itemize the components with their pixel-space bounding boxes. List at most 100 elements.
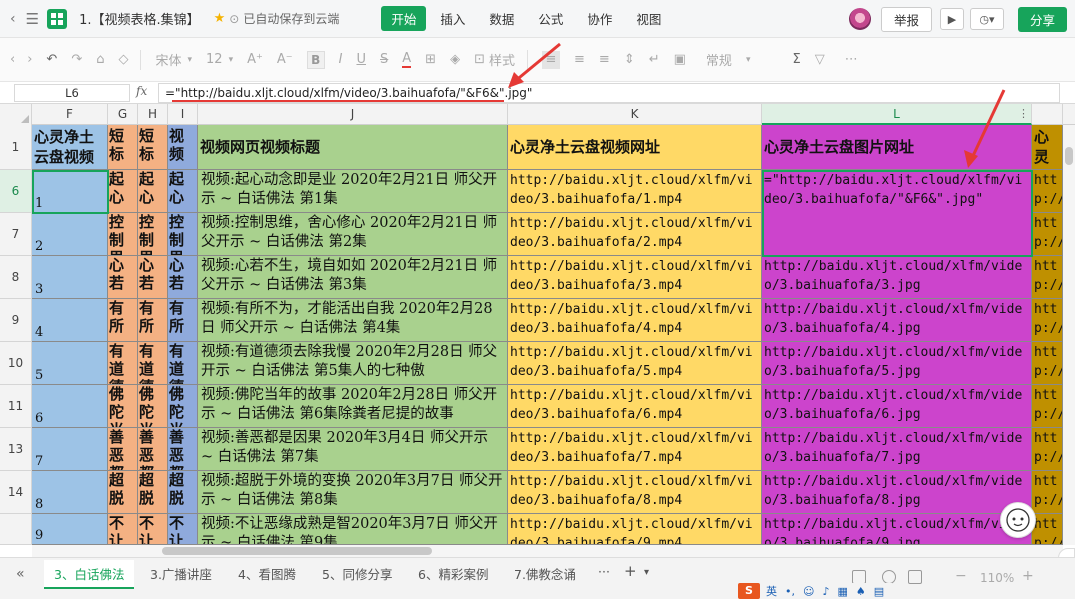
merge-cells-icon[interactable]: ▣ (674, 52, 686, 67)
cell-I[interactable]: 心若 (168, 256, 198, 299)
collapse-icon[interactable]: ‹ (10, 52, 15, 67)
cell-H[interactable]: 控制思维 (138, 213, 168, 256)
row-header[interactable]: 6 (0, 170, 32, 213)
fx-icon[interactable]: fx (136, 84, 147, 98)
menu-home[interactable]: 开始 (381, 6, 427, 31)
cell-L[interactable]: http://baidu.xljt.cloud/xlfm/video/3.bai… (762, 471, 1032, 514)
redo-icon[interactable]: ↷ (71, 52, 82, 67)
undo-icon[interactable]: ↶ (46, 52, 57, 67)
cell-I[interactable]: 起心 (168, 170, 198, 213)
font-name-select[interactable]: 宋体 (155, 50, 181, 69)
video-icon[interactable]: ▶ (939, 8, 964, 30)
column-header-F[interactable]: F (32, 104, 108, 125)
status-icon[interactable] (852, 570, 866, 584)
font-color-icon[interactable]: A (402, 51, 412, 68)
history-icon[interactable]: ◷▾ (969, 8, 1004, 30)
cell-G[interactable]: 有所 (108, 299, 138, 342)
scrollbar-thumb[interactable] (162, 547, 432, 555)
menu-icon[interactable]: ☰ (26, 10, 39, 28)
cell-G[interactable]: 超脱 (108, 471, 138, 514)
cell-M[interactable]: http://baidu (1032, 256, 1063, 299)
row-header[interactable]: 13 (0, 428, 32, 471)
strikethrough-icon[interactable]: S (380, 52, 388, 67)
cell-M[interactable]: http://baidu (1032, 299, 1063, 342)
cell-J[interactable]: 视频:有道德须去除我慢 2020年2月28日 师父开示 ~ 白话佛法 第5集人的… (198, 342, 508, 385)
cell-J[interactable]: 视频:善恶都是因果 2020年3月4日 师父开示 ~ 白话佛法 第7集 (198, 428, 508, 471)
eraser-icon[interactable]: ◇ (118, 52, 128, 67)
more-icon[interactable]: › (27, 52, 32, 67)
cell-I[interactable]: 有道德 (168, 342, 198, 385)
column-header-I[interactable]: I (168, 104, 198, 125)
chevron-down-icon[interactable]: ▾ (188, 55, 193, 65)
chevron-down-icon[interactable]: ▾ (644, 567, 649, 578)
filter-icon[interactable]: ▽ (815, 52, 825, 67)
wrap-text-icon[interactable]: ↵ (649, 52, 660, 67)
cell-G[interactable]: 控制思维 (108, 213, 138, 256)
cell-F[interactable]: 7 (32, 428, 108, 471)
header-cell-L[interactable]: 心灵净土云盘图片网址 (762, 125, 1032, 170)
cell-M[interactable]: http://baidu (1032, 213, 1063, 256)
header-cell-F[interactable]: 心灵净土云盘视频标题 (32, 125, 108, 170)
sheet-tab[interactable]: 6、精彩案例 (418, 564, 488, 583)
cell-I[interactable]: 佛陀当 (168, 385, 198, 428)
vertical-align-icon[interactable]: ⇕ (624, 52, 635, 67)
chevron-down-icon[interactable]: ▾ (746, 55, 751, 65)
cell-L[interactable]: http://baidu.xljt.cloud/xlfm/video/3.bai… (762, 514, 1032, 545)
cell-J[interactable]: 视频:超脱于外境的变换 2020年3月7日 师父开示 ~ 白话佛法 第8集 (198, 471, 508, 514)
grid-view-icon[interactable] (908, 570, 922, 584)
cell-H[interactable]: 超脱 (138, 471, 168, 514)
header-cell-K[interactable]: 心灵净土云盘视频网址 (508, 125, 762, 170)
sheet-tab[interactable]: 4、看图腾 (238, 564, 296, 583)
cell-L[interactable]: http://baidu.xljt.cloud/xlfm/video/3.bai… (762, 256, 1032, 299)
underline-icon[interactable]: U (356, 52, 366, 67)
cell-G[interactable]: 起心 (108, 170, 138, 213)
cell-I[interactable]: 善恶都 (168, 428, 198, 471)
cell-J[interactable]: 视频:心若不生，境自如如 2020年2月21日 师父开示 ~ 白话佛法 第3集 (198, 256, 508, 299)
cell-L[interactable]: http://baidu.xljt.cloud/xlfm/video/3.bai… (762, 428, 1032, 471)
menu-view[interactable]: 视图 (626, 6, 671, 31)
avatar[interactable] (848, 8, 871, 30)
document-title[interactable]: 1.【视频表格.集锦】 (79, 9, 200, 28)
cell-J[interactable]: 视频:佛陀当年的故事 2020年2月28日 师父开示 ~ 白话佛法 第6集除粪者… (198, 385, 508, 428)
cell-style-label[interactable]: 样式 (489, 50, 515, 69)
cell-F[interactable]: 8 (32, 471, 108, 514)
add-sheet-button[interactable]: + (624, 562, 637, 580)
zoom-level[interactable]: 110% (980, 571, 1014, 585)
sheet-tab[interactable]: 3、白话佛法 (44, 560, 135, 589)
tab-scroll-left-icon[interactable]: « (16, 566, 25, 582)
vertical-scrollbar[interactable] (1063, 125, 1075, 545)
header-cell-J[interactable]: 视频网页视频标题 (198, 125, 508, 170)
report-button[interactable]: 举报 (880, 6, 932, 32)
menu-data[interactable]: 数据 (479, 6, 524, 31)
header-cell-I[interactable]: 视频 (168, 125, 198, 170)
cell-G[interactable]: 不让恶 (108, 514, 138, 545)
row-header[interactable] (0, 514, 32, 545)
header-cell-M[interactable]: 心灵净土云盘视频 (1032, 125, 1063, 170)
align-left-icon[interactable]: ≡ (542, 50, 560, 69)
skin-icon[interactable]: ♠ (856, 585, 866, 598)
column-header-G[interactable]: G (108, 104, 138, 125)
sheet-tab[interactable]: 3.广播讲座 (150, 564, 212, 583)
cell-L[interactable]: ="http://baidu.xljt.cloud/xlfm/video/3.b… (762, 170, 1032, 256)
row-header[interactable]: 10 (0, 342, 32, 385)
cell-K[interactable]: http://baidu.xljt.cloud/xlfm/video/3.bai… (508, 256, 762, 299)
align-center-icon[interactable]: ≡ (574, 52, 585, 67)
italic-icon[interactable]: I (339, 52, 343, 67)
cell-G[interactable]: 善恶都 (108, 428, 138, 471)
cell-F[interactable]: 4 (32, 299, 108, 342)
cell-J[interactable]: 视频:不让恶缘成熟是智2020年3月7日 师父开示 ~ 白话佛法 第9集 (198, 514, 508, 545)
cell-G[interactable]: 佛陀当 (108, 385, 138, 428)
column-header-L[interactable]: L (762, 104, 1032, 125)
cell-M[interactable]: http://baidu (1032, 428, 1063, 471)
number-format-select[interactable]: 常规 (706, 50, 732, 69)
cell-J[interactable]: 视频:起心动念即是业 2020年2月21日 师父开示 ~ 白话佛法 第1集 (198, 170, 508, 213)
cell-F[interactable]: 3 (32, 256, 108, 299)
column-header-M[interactable] (1032, 104, 1063, 125)
name-box[interactable]: L6 (14, 84, 130, 102)
column-header-K[interactable]: K (508, 104, 762, 125)
menu-insert[interactable]: 插入 (430, 6, 475, 31)
cell-H[interactable]: 起心 (138, 170, 168, 213)
globe-icon[interactable] (882, 570, 896, 584)
menu-formula[interactable]: 公式 (528, 6, 573, 31)
cell-K[interactable]: http://baidu.xljt.cloud/xlfm/video/3.bai… (508, 385, 762, 428)
